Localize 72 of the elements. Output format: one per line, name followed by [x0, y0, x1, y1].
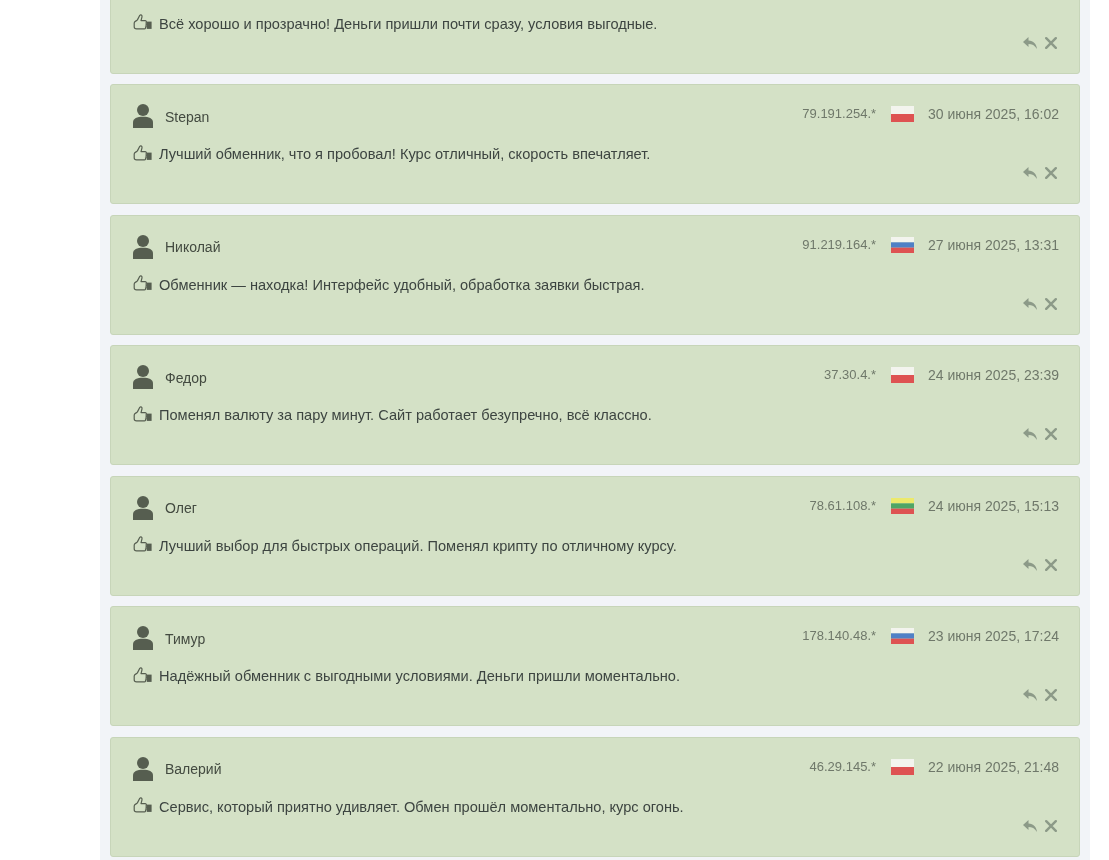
close-icon	[1045, 36, 1057, 49]
ip-address: 46.29.145.*	[809, 757, 877, 776]
review-text: Сервис, который приятно удивляет. Обмен прошёл моментально, курс огонь.	[159, 797, 684, 817]
flag-icon	[891, 106, 915, 122]
review-text: Всё хорошо и прозрачно! Деньги пришли почти сразу, условия выгодные.	[159, 14, 658, 34]
flag-icon	[891, 367, 915, 383]
reply-button[interactable]	[1023, 426, 1037, 442]
reply-icon	[1023, 167, 1037, 179]
thumbs-up-icon	[133, 274, 152, 291]
delete-button[interactable]	[1045, 687, 1059, 703]
reply-icon	[1023, 36, 1037, 49]
author-name: Stepan	[165, 107, 210, 126]
reply-icon	[1023, 297, 1037, 310]
avatar-icon	[133, 104, 153, 128]
reply-button[interactable]	[1023, 165, 1037, 181]
close-icon	[1045, 819, 1057, 832]
reply-button[interactable]	[1023, 556, 1037, 573]
review-text: Надёжный обменник с выгодными условиями. Деньги пришли моментально.	[159, 667, 680, 686]
delete-button[interactable]	[1045, 165, 1059, 181]
avatar-icon	[133, 495, 153, 520]
delete-button[interactable]	[1045, 817, 1059, 834]
flag-icon	[891, 236, 915, 253]
reply-icon	[1023, 689, 1037, 701]
ip-address: 79.191.254.*	[802, 105, 877, 123]
reply-button[interactable]	[1023, 687, 1037, 703]
close-icon	[1045, 428, 1057, 440]
author-name: Тимур	[165, 629, 206, 648]
author-name: Валерий	[165, 760, 222, 778]
reply-button[interactable]	[1023, 295, 1037, 312]
author-name: Николай	[165, 238, 221, 256]
reply-button[interactable]	[1023, 817, 1037, 834]
delete-button[interactable]	[1045, 34, 1059, 51]
reply-icon	[1023, 819, 1037, 832]
reply-icon	[1023, 558, 1037, 571]
thumbs-up-icon	[133, 143, 152, 161]
avatar-icon	[133, 626, 153, 650]
avatar-icon	[133, 234, 153, 259]
delete-button[interactable]	[1045, 295, 1059, 312]
ip-address: 78.61.108.*	[809, 496, 877, 515]
close-icon	[1045, 167, 1057, 179]
reply-button[interactable]	[1023, 34, 1037, 51]
close-icon	[1045, 689, 1057, 701]
review-date: 30 июня 2025, 16:02	[928, 105, 1059, 123]
thumbs-up-icon	[133, 535, 152, 552]
ip-address: 37.30.4.*	[824, 366, 877, 384]
thumbs-up-icon	[133, 404, 152, 422]
author-name: Федор	[165, 368, 207, 387]
review-text: Поменял валюту за пару минут. Сайт работает безупречно, всё классно.	[159, 406, 652, 425]
delete-button[interactable]	[1045, 556, 1059, 573]
review-date: 23 июня 2025, 17:24	[928, 627, 1059, 645]
review-date: 22 июня 2025, 21:48	[928, 757, 1059, 776]
delete-button[interactable]	[1045, 426, 1059, 442]
ip-address: 91.219.164.*	[802, 235, 877, 254]
review-date: 27 июня 2025, 13:31	[928, 235, 1059, 254]
flag-icon	[891, 628, 915, 644]
avatar-icon	[133, 756, 153, 781]
flag-icon	[891, 497, 915, 514]
review-text: Обменник — находка! Интерфейс удобный, обработка заявки быстрая.	[159, 275, 645, 295]
thumbs-up-icon	[133, 665, 152, 683]
thumbs-up-icon	[133, 796, 152, 813]
flag-icon	[891, 758, 915, 775]
review-text: Лучший обменник, что я пробовал! Курс отличный, скорость впечатляет.	[159, 145, 651, 164]
author-name: Олег	[165, 499, 197, 517]
review-text: Лучший выбор для быстрых операций. Поменял крипту по отличному курсу.	[159, 536, 677, 556]
thumbs-up-icon	[133, 13, 152, 30]
review-date: 24 июня 2025, 15:13	[928, 496, 1059, 515]
avatar-icon	[133, 365, 153, 389]
close-icon	[1045, 558, 1057, 571]
review-date: 24 июня 2025, 23:39	[928, 366, 1059, 384]
ip-address: 178.140.48.*	[802, 627, 877, 645]
reply-icon	[1023, 428, 1037, 440]
close-icon	[1045, 297, 1057, 310]
